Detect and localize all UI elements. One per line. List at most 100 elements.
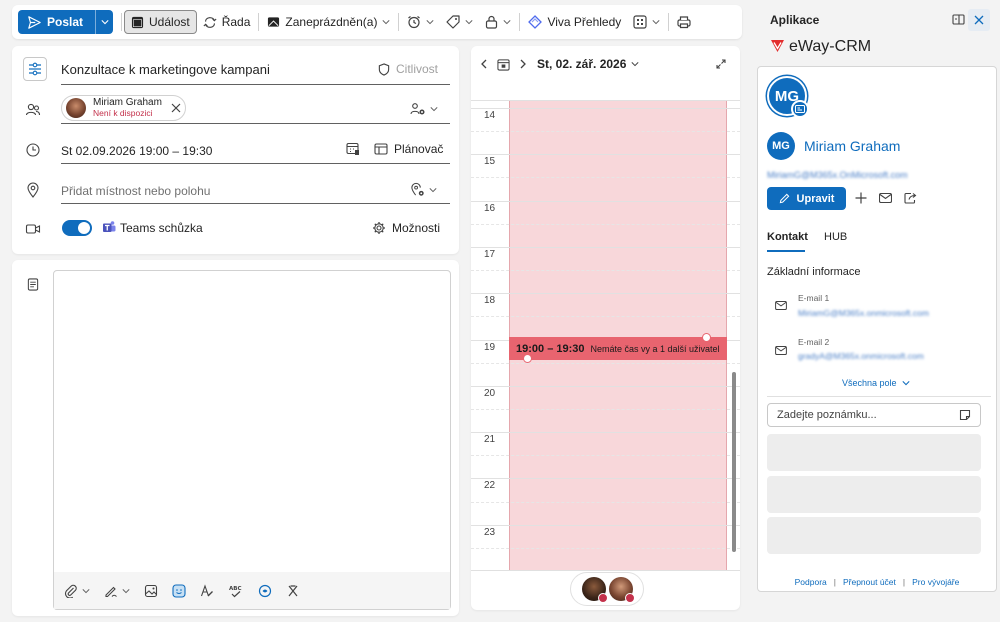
message-body-editor[interactable]: [53, 270, 451, 610]
gear-icon: [373, 222, 385, 234]
mail-icon: [775, 301, 787, 310]
calendar-date-label[interactable]: St, 02. zář. 2026: [537, 57, 626, 71]
calendar-footer-divider: [471, 570, 740, 571]
hour-label: 18: [484, 295, 496, 307]
half-hour-line: [471, 455, 740, 457]
attendee-status: Není k dispozici: [93, 108, 153, 118]
calendar-header: St, 02. zář. 2026: [471, 46, 740, 82]
half-hour-line: [471, 270, 740, 272]
add-icon[interactable]: [855, 192, 867, 204]
tab-hub[interactable]: HUB: [824, 231, 847, 243]
series-button[interactable]: Řada: [197, 10, 257, 34]
toolbar-divider: [121, 13, 123, 31]
calendar-grid-icon[interactable]: [346, 142, 360, 156]
scheduler-button[interactable]: Plánovač: [374, 142, 443, 156]
clear-format-icon[interactable]: [286, 584, 300, 598]
shield-icon: [378, 62, 390, 76]
field-value[interactable]: gradyA@M365x.onmicrosoft.com: [798, 351, 924, 361]
attendee-chip[interactable]: Miriam Graham Není k dispozici: [61, 95, 186, 121]
field-label: E-mail 2: [798, 337, 830, 347]
send-button[interactable]: Poslat: [18, 10, 95, 34]
hour-label: 15: [484, 156, 496, 168]
attendee-options-button[interactable]: [410, 102, 438, 116]
event-title-input[interactable]: Konzultace k marketingove kampani: [61, 62, 270, 77]
field-value[interactable]: MiriamG@M365x.onmicrosoft.com: [798, 308, 929, 318]
format-toolbar: ABC: [54, 572, 450, 609]
event-resize-handle-top[interactable]: [702, 333, 711, 342]
sensitivity-button[interactable]: Citlivost: [378, 62, 438, 76]
avatar: MG: [767, 132, 795, 160]
attendee-avatars[interactable]: [570, 572, 644, 606]
copilot-icon[interactable]: [258, 584, 272, 598]
attendees-icon: [25, 103, 41, 116]
event-resize-handle-bottom[interactable]: [523, 354, 532, 363]
footer-link-developers[interactable]: Pro vývojáře: [912, 577, 959, 587]
toolbar-divider: [398, 13, 400, 31]
send-split-button: Poslat: [18, 10, 114, 34]
edit-button[interactable]: Upravit: [767, 187, 846, 210]
chevron-down-icon: [465, 20, 473, 25]
close-icon[interactable]: [171, 103, 181, 113]
footer-link-support[interactable]: Podpora: [795, 577, 827, 587]
all-fields-button[interactable]: Všechna pole: [842, 378, 910, 388]
event-block[interactable]: 19:00 – 19:30 Nemáte čas vy a 1 další už…: [509, 337, 727, 360]
contact-email[interactable]: MiriamG@M365x.OnMicrosoft.com: [767, 170, 908, 180]
chevron-left-icon[interactable]: [480, 59, 488, 69]
unavailable-badge-icon: [624, 593, 635, 603]
spellcheck-icon[interactable]: ABC: [228, 584, 244, 598]
tab-contact[interactable]: Kontakt: [767, 231, 808, 252]
viva-label: Viva Přehledy: [547, 15, 622, 29]
ribbon-toolbar: Poslat Událost Řada Zaneprázdněn(a) Viva…: [12, 5, 742, 39]
people-settings-icon: [410, 103, 425, 115]
event-form: Konzultace k marketingove kampani Citliv…: [12, 46, 459, 254]
title-icon-box: [23, 57, 47, 81]
image-icon[interactable]: [144, 584, 158, 598]
expand-icon[interactable]: [716, 59, 726, 69]
active-tab-indicator: [767, 250, 805, 252]
print-icon: [677, 16, 691, 29]
busy-status-dropdown[interactable]: Zaneprázdněn(a): [261, 10, 396, 34]
footer-separator: |: [902, 577, 906, 587]
close-pane-button[interactable]: [968, 9, 990, 31]
chevron-down-icon[interactable]: [631, 60, 639, 68]
avatar-initials: MG: [772, 140, 790, 152]
note-input[interactable]: Zadejte poznámku...: [767, 403, 981, 427]
categorize-dropdown[interactable]: [440, 10, 479, 34]
attach-icon: [64, 584, 77, 598]
chevron-down-icon: [429, 187, 437, 192]
sticker-icon[interactable]: [172, 583, 186, 598]
hour-line: [471, 108, 740, 109]
hour-line: [471, 478, 740, 480]
mail-icon[interactable]: [879, 193, 892, 203]
attendee-name: Miriam Graham: [93, 97, 162, 108]
attach-button[interactable]: [64, 584, 90, 598]
busy-block: [509, 100, 727, 570]
hour-line: [471, 524, 740, 526]
datetime-field[interactable]: St 02.09.2026 19:00 – 19:30: [61, 144, 212, 158]
reminder-dropdown[interactable]: [401, 10, 440, 34]
today-icon[interactable]: [497, 58, 510, 71]
signature-button[interactable]: [104, 584, 130, 598]
share-icon[interactable]: [904, 192, 917, 204]
teams-toggle[interactable]: [62, 220, 92, 236]
viva-insights-button[interactable]: Viva Přehledy: [522, 10, 627, 34]
contact-name-link[interactable]: Miriam Graham: [804, 138, 900, 154]
calendar-icon: [131, 16, 144, 28]
chevron-right-icon[interactable]: [519, 59, 527, 69]
location-input[interactable]: Přidat místnost nebo polohu: [61, 184, 210, 198]
teams-icon: [103, 221, 116, 232]
send-options-button[interactable]: [95, 10, 113, 34]
footer-link-switch-account[interactable]: Přepnout účet: [843, 577, 896, 587]
teams-options-button[interactable]: Možnosti: [372, 221, 440, 235]
print-button[interactable]: [671, 10, 697, 34]
all-fields-label: Všechna pole: [842, 378, 897, 388]
private-dropdown[interactable]: [479, 10, 517, 34]
apps-dropdown[interactable]: [627, 10, 666, 34]
calendar-scroll-area[interactable]: 14 15 16 17 18 19 20 21 22 23 19:00 – 19:30 Nemát…: [471, 84, 740, 570]
scrollbar[interactable]: [732, 372, 736, 552]
room-finder-button[interactable]: [410, 182, 437, 197]
apps-grid-icon: [633, 15, 647, 29]
event-button[interactable]: Událost: [124, 10, 197, 34]
editor-icon[interactable]: [200, 583, 214, 598]
dock-icon[interactable]: [952, 14, 965, 25]
